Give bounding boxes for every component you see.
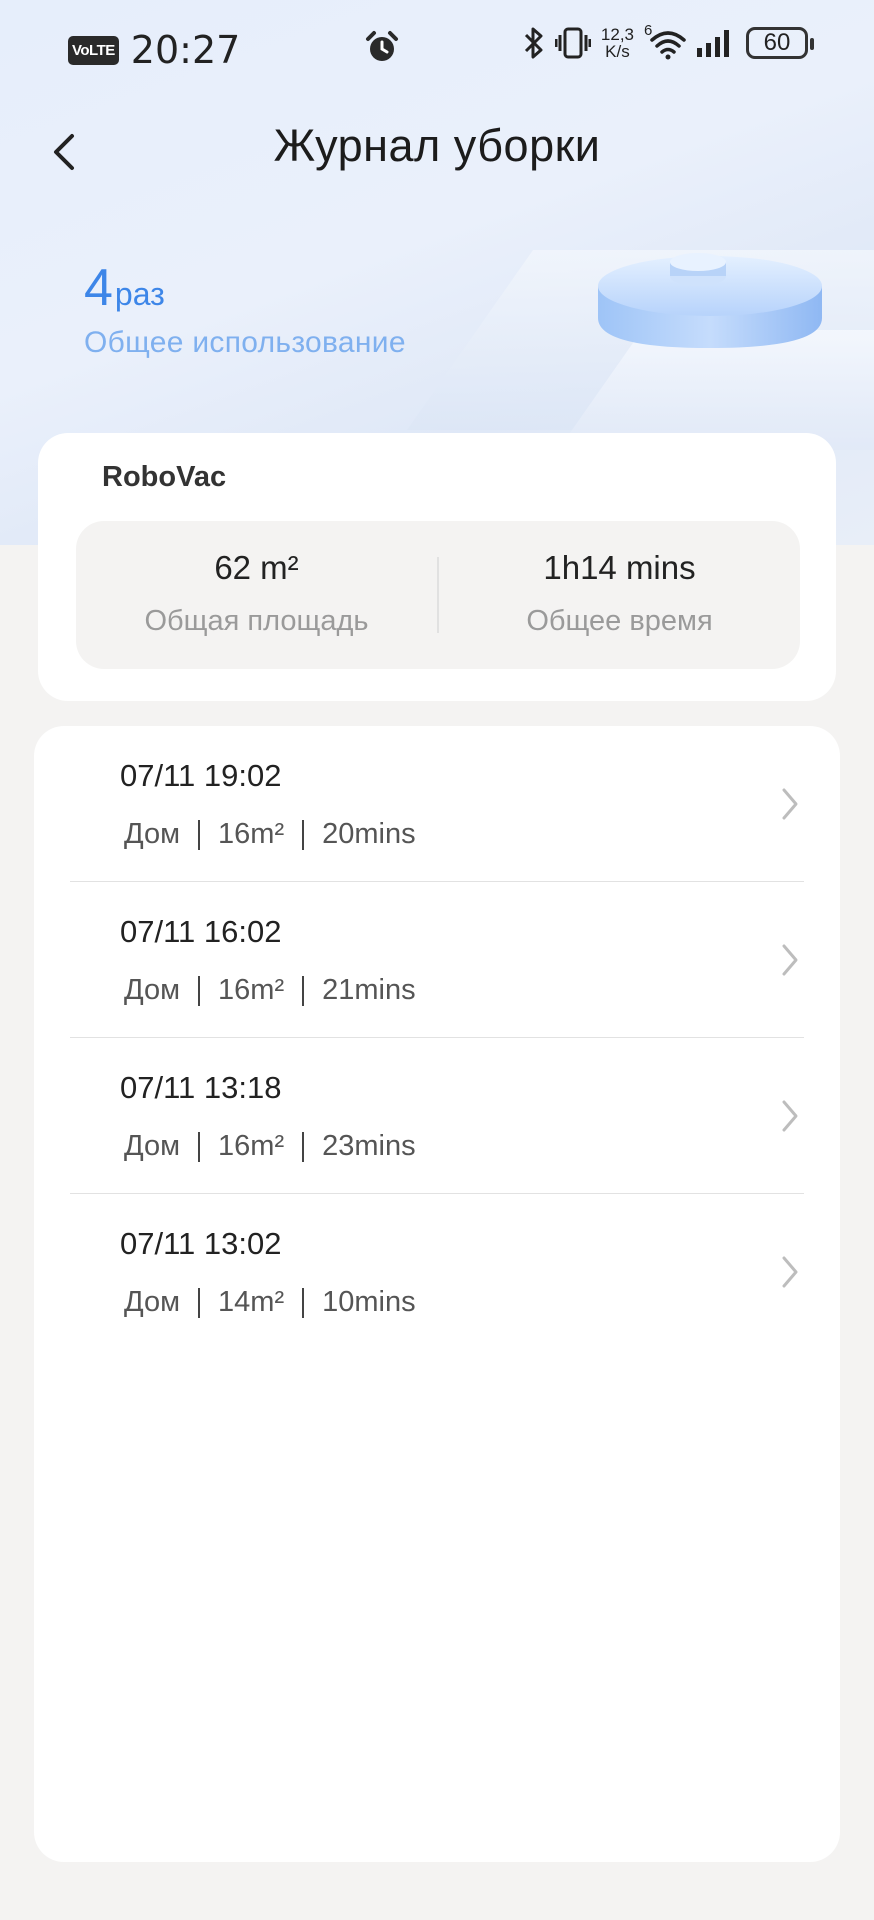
usage-count: 4 xyxy=(84,259,113,317)
usage-summary: 4раз Общее использование xyxy=(84,258,406,360)
volte-badge: VoLTE xyxy=(68,35,119,65)
chevron-right-icon xyxy=(782,944,798,976)
log-room: Дом xyxy=(124,974,181,1006)
log-datetime: 07/11 16:02 xyxy=(120,914,282,949)
robot-vacuum-image xyxy=(598,253,822,348)
usage-label: Общее использование xyxy=(84,326,406,359)
stats-box: 62 m² Общая площадь 1h14 mins Общее врем… xyxy=(76,521,800,669)
bluetooth-icon xyxy=(524,27,543,59)
separator xyxy=(198,975,201,1006)
log-datetime: 07/11 13:02 xyxy=(120,1226,282,1261)
log-area: 16m² xyxy=(218,974,285,1006)
device-name: RoboVac xyxy=(102,461,227,493)
log-datetime: 07/11 19:02 xyxy=(120,758,282,793)
cleaning-log-list: 07/11 19:02 Дом 16m² 20mins 07/11 16:02 … xyxy=(34,726,840,1862)
log-duration: 21mins xyxy=(322,974,416,1006)
log-duration: 20mins xyxy=(322,818,416,850)
summary-card: RoboVac 62 m² Общая площадь 1h14 mins Об… xyxy=(38,433,836,701)
separator xyxy=(302,819,305,850)
alarm-icon xyxy=(366,31,398,61)
log-details: Дом 14m² 10mins xyxy=(124,1286,416,1319)
log-area: 14m² xyxy=(218,1286,285,1318)
page-title: Журнал уборки xyxy=(273,120,601,171)
battery-indicator: 60 xyxy=(746,27,814,59)
log-room: Дом xyxy=(124,818,181,850)
log-room: Дом xyxy=(124,1286,181,1318)
chevron-right-icon xyxy=(782,1256,798,1288)
log-item[interactable]: 07/11 13:18 Дом 16m² 23mins xyxy=(70,1038,804,1194)
chevron-right-icon xyxy=(782,788,798,820)
total-time-label: Общее время xyxy=(526,605,713,637)
log-item[interactable]: 07/11 16:02 Дом 16m² 21mins xyxy=(70,882,804,1038)
network-speed: 12,3 K/s xyxy=(600,25,634,61)
log-duration: 23mins xyxy=(322,1130,416,1162)
wifi-badge: 6 xyxy=(644,22,653,39)
log-room: Дом xyxy=(124,1130,181,1162)
separator xyxy=(198,1131,201,1162)
log-details: Дом 16m² 23mins xyxy=(124,1130,416,1163)
log-item[interactable]: 07/11 19:02 Дом 16m² 20mins xyxy=(70,726,804,882)
log-item[interactable]: 07/11 13:02 Дом 14m² 10mins xyxy=(70,1194,804,1350)
signal-icon xyxy=(697,30,729,57)
vibrate-icon xyxy=(554,27,591,59)
total-area-stat: 62 m² Общая площадь xyxy=(76,521,437,669)
separator xyxy=(302,1131,305,1162)
app-header: Журнал уборки xyxy=(0,112,874,188)
log-duration: 10mins xyxy=(322,1286,416,1318)
total-time-value: 1h14 mins xyxy=(543,549,696,586)
separator xyxy=(302,1287,305,1318)
total-area-label: Общая площадь xyxy=(144,605,369,637)
log-details: Дом 16m² 21mins xyxy=(124,974,416,1007)
total-time-stat: 1h14 mins Общее время xyxy=(439,521,800,669)
separator xyxy=(198,1287,201,1318)
separator xyxy=(198,819,201,850)
log-area: 16m² xyxy=(218,1130,285,1162)
total-area-value: 62 m² xyxy=(214,549,299,586)
status-bar: VoLTE 20:27 12,3 K/s 6 60 xyxy=(0,0,874,100)
wifi-icon: 6 xyxy=(644,22,686,60)
log-details: Дом 16m² 20mins xyxy=(124,818,416,851)
status-time: 20:27 xyxy=(130,28,241,72)
log-datetime: 07/11 13:18 xyxy=(120,1070,282,1105)
separator xyxy=(302,975,305,1006)
log-area: 16m² xyxy=(218,818,285,850)
chevron-right-icon xyxy=(782,1100,798,1132)
usage-unit: раз xyxy=(114,276,165,312)
